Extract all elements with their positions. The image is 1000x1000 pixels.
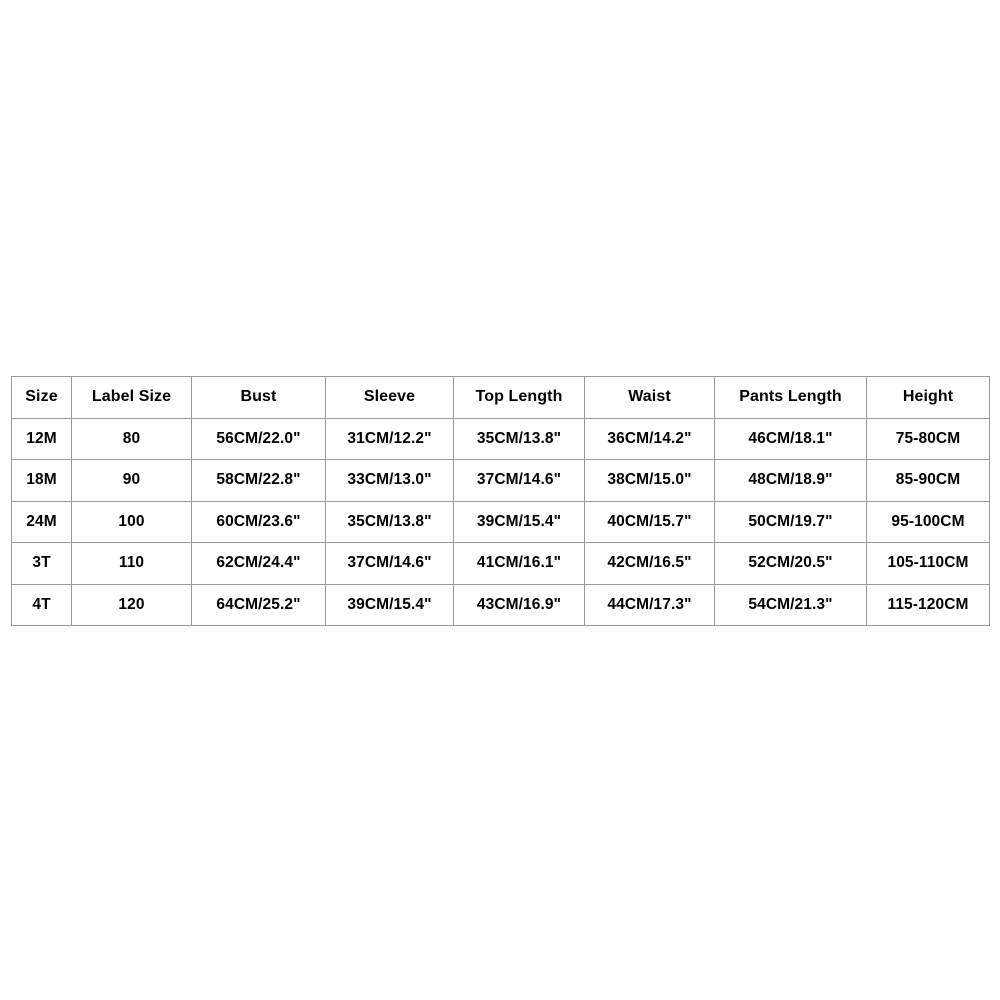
- cell-pants-length: 54CM/21.3": [714, 583, 867, 626]
- cell-sleeve: 35CM/13.8": [325, 500, 454, 543]
- cell-waist: 38CM/15.0": [584, 459, 715, 502]
- cell-waist: 36CM/14.2": [584, 417, 715, 460]
- cell-label-size: 80: [71, 417, 192, 460]
- cell-height: 85-90CM: [866, 459, 990, 502]
- column-header-size: Size: [11, 376, 72, 419]
- cell-sleeve: 33CM/13.0": [325, 459, 454, 502]
- column-header-height: Height: [866, 376, 990, 419]
- table-row: 24M 100 60CM/23.6" 35CM/13.8" 39CM/15.4"…: [11, 500, 990, 543]
- cell-label-size: 120: [71, 583, 192, 626]
- cell-bust: 62CM/24.4": [191, 542, 326, 585]
- cell-size: 24M: [11, 500, 72, 543]
- cell-top-length: 35CM/13.8": [453, 417, 585, 460]
- cell-waist: 44CM/17.3": [584, 583, 715, 626]
- cell-size: 12M: [11, 417, 72, 460]
- cell-pants-length: 50CM/19.7": [714, 500, 867, 543]
- cell-height: 75-80CM: [866, 417, 990, 460]
- cell-bust: 64CM/25.2": [191, 583, 326, 626]
- cell-height: 105-110CM: [866, 542, 990, 585]
- column-header-top-length: Top Length: [453, 376, 585, 419]
- cell-label-size: 90: [71, 459, 192, 502]
- size-chart-table: Size Label Size Bust Sleeve Top Length W…: [11, 376, 990, 626]
- cell-size: 3T: [11, 542, 72, 585]
- column-header-label-size: Label Size: [71, 376, 192, 419]
- table-body: 12M 80 56CM/22.0" 31CM/12.2" 35CM/13.8" …: [11, 417, 990, 626]
- table-row: 18M 90 58CM/22.8" 33CM/13.0" 37CM/14.6" …: [11, 459, 990, 502]
- table-row: 3T 110 62CM/24.4" 37CM/14.6" 41CM/16.1" …: [11, 542, 990, 585]
- cell-size: 18M: [11, 459, 72, 502]
- cell-bust: 60CM/23.6": [191, 500, 326, 543]
- table-header: Size Label Size Bust Sleeve Top Length W…: [11, 376, 990, 419]
- column-header-waist: Waist: [584, 376, 715, 419]
- cell-pants-length: 46CM/18.1": [714, 417, 867, 460]
- cell-bust: 58CM/22.8": [191, 459, 326, 502]
- cell-pants-length: 52CM/20.5": [714, 542, 867, 585]
- cell-top-length: 43CM/16.9": [453, 583, 585, 626]
- column-header-sleeve: Sleeve: [325, 376, 454, 419]
- cell-waist: 40CM/15.7": [584, 500, 715, 543]
- cell-top-length: 39CM/15.4": [453, 500, 585, 543]
- cell-pants-length: 48CM/18.9": [714, 459, 867, 502]
- cell-sleeve: 37CM/14.6": [325, 542, 454, 585]
- table-header-row: Size Label Size Bust Sleeve Top Length W…: [11, 376, 990, 419]
- cell-bust: 56CM/22.0": [191, 417, 326, 460]
- cell-height: 115-120CM: [866, 583, 990, 626]
- column-header-bust: Bust: [191, 376, 326, 419]
- cell-top-length: 41CM/16.1": [453, 542, 585, 585]
- column-header-pants-length: Pants Length: [714, 376, 867, 419]
- cell-waist: 42CM/16.5": [584, 542, 715, 585]
- cell-label-size: 110: [71, 542, 192, 585]
- cell-height: 95-100CM: [866, 500, 990, 543]
- cell-sleeve: 39CM/15.4": [325, 583, 454, 626]
- size-chart-container: Size Label Size Bust Sleeve Top Length W…: [11, 376, 990, 626]
- cell-sleeve: 31CM/12.2": [325, 417, 454, 460]
- cell-label-size: 100: [71, 500, 192, 543]
- table-row: 12M 80 56CM/22.0" 31CM/12.2" 35CM/13.8" …: [11, 417, 990, 460]
- cell-size: 4T: [11, 583, 72, 626]
- table-row: 4T 120 64CM/25.2" 39CM/15.4" 43CM/16.9" …: [11, 583, 990, 626]
- cell-top-length: 37CM/14.6": [453, 459, 585, 502]
